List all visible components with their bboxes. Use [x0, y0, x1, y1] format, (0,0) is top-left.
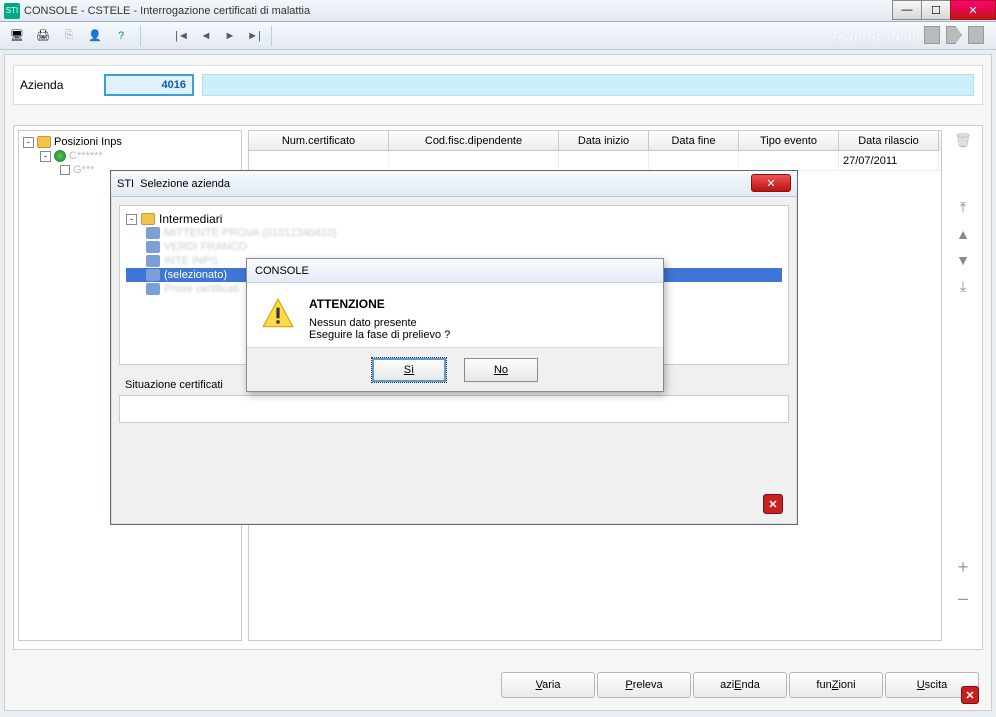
yes-button[interactable]: Sì [372, 358, 446, 382]
intermediario-item[interactable]: VERDI FRANCO [126, 240, 782, 254]
people-icon [146, 227, 160, 239]
app-icon: STI [4, 3, 20, 19]
page2-icon[interactable] [968, 26, 984, 44]
azienda-label: Azienda [14, 78, 104, 92]
no-button[interactable]: No [464, 358, 538, 382]
minus-icon[interactable]: – [958, 588, 968, 609]
branding-text: TeamSystem [830, 28, 916, 44]
msgbox-line1: Nessun dato presente [309, 317, 450, 329]
delete-icon[interactable]: 🗑 [954, 132, 972, 149]
dialog-title: Selezione azienda [140, 178, 230, 190]
table-cell [739, 151, 839, 170]
copy-icon[interactable]: ⎘ [58, 25, 80, 47]
intermediario-label: MITTENTE PROVA (01012340410) [164, 227, 337, 239]
page-icon[interactable] [924, 26, 940, 44]
app-icon: STI [117, 178, 134, 190]
azienda-button[interactable]: aziEnda [693, 672, 787, 698]
scroll-top-icon[interactable]: ⤒ [960, 199, 966, 216]
plus-icon[interactable]: + [958, 557, 969, 578]
varia-button[interactable]: Varia [501, 672, 595, 698]
user-icon[interactable]: 👤 [84, 25, 106, 47]
column-header[interactable]: Data rilascio [839, 131, 939, 151]
main-toolbar: 🖥 🖨 ⎘ 👤 ? |◄ ◄ ► ►| TeamSystem [0, 22, 996, 50]
table-row[interactable]: 27/07/2011 [249, 151, 941, 171]
funzioni-button[interactable]: funZioni [789, 672, 883, 698]
tree-root[interactable]: - Posizioni Inps [23, 135, 237, 149]
window-title: CONSOLE - CSTELE - Interrogazione certif… [24, 5, 310, 17]
msgbox-title: CONSOLE [247, 259, 663, 283]
tree2-root-label: Intermediari [159, 212, 222, 226]
tree2-root[interactable]: - Intermediari [126, 212, 782, 226]
dialog-red-close-icon[interactable]: ✕ [763, 494, 783, 514]
table-cell [649, 151, 739, 170]
dialog-titlebar: STI Selezione azienda ✕ [111, 171, 797, 197]
arrow-icon[interactable] [946, 26, 962, 44]
people-icon [146, 269, 160, 281]
scroll-bottom-icon[interactable]: ⤓ [960, 278, 966, 295]
screen-icon[interactable]: 🖥 [6, 25, 28, 47]
column-header[interactable]: Tipo evento [739, 131, 839, 151]
column-header[interactable]: Data fine [649, 131, 739, 151]
nav-prev-icon[interactable]: ◄ [197, 27, 215, 45]
folder-icon [141, 213, 155, 225]
situazione-field[interactable] [119, 395, 789, 423]
nav-first-icon[interactable]: |◄ [173, 27, 191, 45]
tree-child-label: C****** [69, 150, 103, 162]
tree-root-label: Posizioni Inps [54, 136, 122, 148]
table-cell [559, 151, 649, 170]
people-icon [146, 283, 160, 295]
people-icon [146, 241, 160, 253]
column-header[interactable]: Data inizio [559, 131, 649, 151]
nav-next-icon[interactable]: ► [221, 27, 239, 45]
print-icon[interactable]: 🖨 [32, 25, 54, 47]
help-icon[interactable]: ? [110, 25, 132, 47]
column-header[interactable]: Num.certificato [249, 131, 389, 151]
preleva-button[interactable]: Preleva [597, 672, 691, 698]
folder-icon [37, 136, 51, 148]
minimize-button[interactable]: — [892, 0, 922, 20]
nav-last-icon[interactable]: ►| [245, 27, 263, 45]
msgbox-heading: ATTENZIONE [309, 297, 450, 311]
expand-icon[interactable]: - [40, 151, 51, 162]
intermediario-label: VERDI FRANCO [164, 241, 247, 253]
msgbox-line2: Eseguire la fase di prelievo ? [309, 329, 450, 341]
dialog-close-button[interactable]: ✕ [751, 174, 791, 192]
azienda-row: Azienda 4016 DI LUCE DI ZENIGNI RUDY [13, 65, 983, 105]
people-icon [146, 255, 160, 267]
grid-header: Num.certificatoCod.fisc.dipendenteData i… [249, 131, 941, 151]
separator [271, 26, 272, 46]
globe-icon [54, 150, 66, 162]
intermediario-item[interactable]: MITTENTE PROVA (01012340410) [126, 226, 782, 240]
expand-icon[interactable]: - [126, 214, 137, 225]
close-button[interactable]: ✕ [950, 0, 996, 20]
table-cell [389, 151, 559, 170]
intermediario-label: (selezionato) [164, 269, 227, 281]
column-header[interactable]: Cod.fisc.dipendente [389, 131, 559, 151]
azienda-name-field[interactable]: DI LUCE DI ZENIGNI RUDY [202, 74, 974, 96]
maximize-button[interactable]: ☐ [921, 0, 951, 20]
scroll-up-icon[interactable]: ▲ [956, 226, 970, 242]
status-close-icon[interactable]: ✕ [961, 686, 979, 704]
intermediario-label: Prove certificati [164, 283, 239, 295]
scroll-down-icon[interactable]: ▼ [956, 252, 970, 268]
table-cell [249, 151, 389, 170]
tree-child[interactable]: - C****** [23, 149, 237, 163]
azienda-code-field[interactable]: 4016 [104, 74, 194, 96]
bottom-bar: VariaPrelevaaziEndafunZioniUscita [5, 664, 991, 706]
window-titlebar: STI CONSOLE - CSTELE - Interrogazione ce… [0, 0, 996, 22]
checkbox-icon[interactable] [60, 165, 70, 175]
tree-leaf-label: G*** [73, 164, 94, 176]
separator [140, 26, 141, 46]
warning-icon [261, 297, 295, 331]
expand-icon[interactable]: - [23, 137, 34, 148]
intermediario-label: INTE INPS [164, 255, 218, 267]
table-cell: 27/07/2011 [839, 151, 939, 170]
attention-msgbox: CONSOLE ATTENZIONE Nessun dato presente … [246, 258, 664, 392]
